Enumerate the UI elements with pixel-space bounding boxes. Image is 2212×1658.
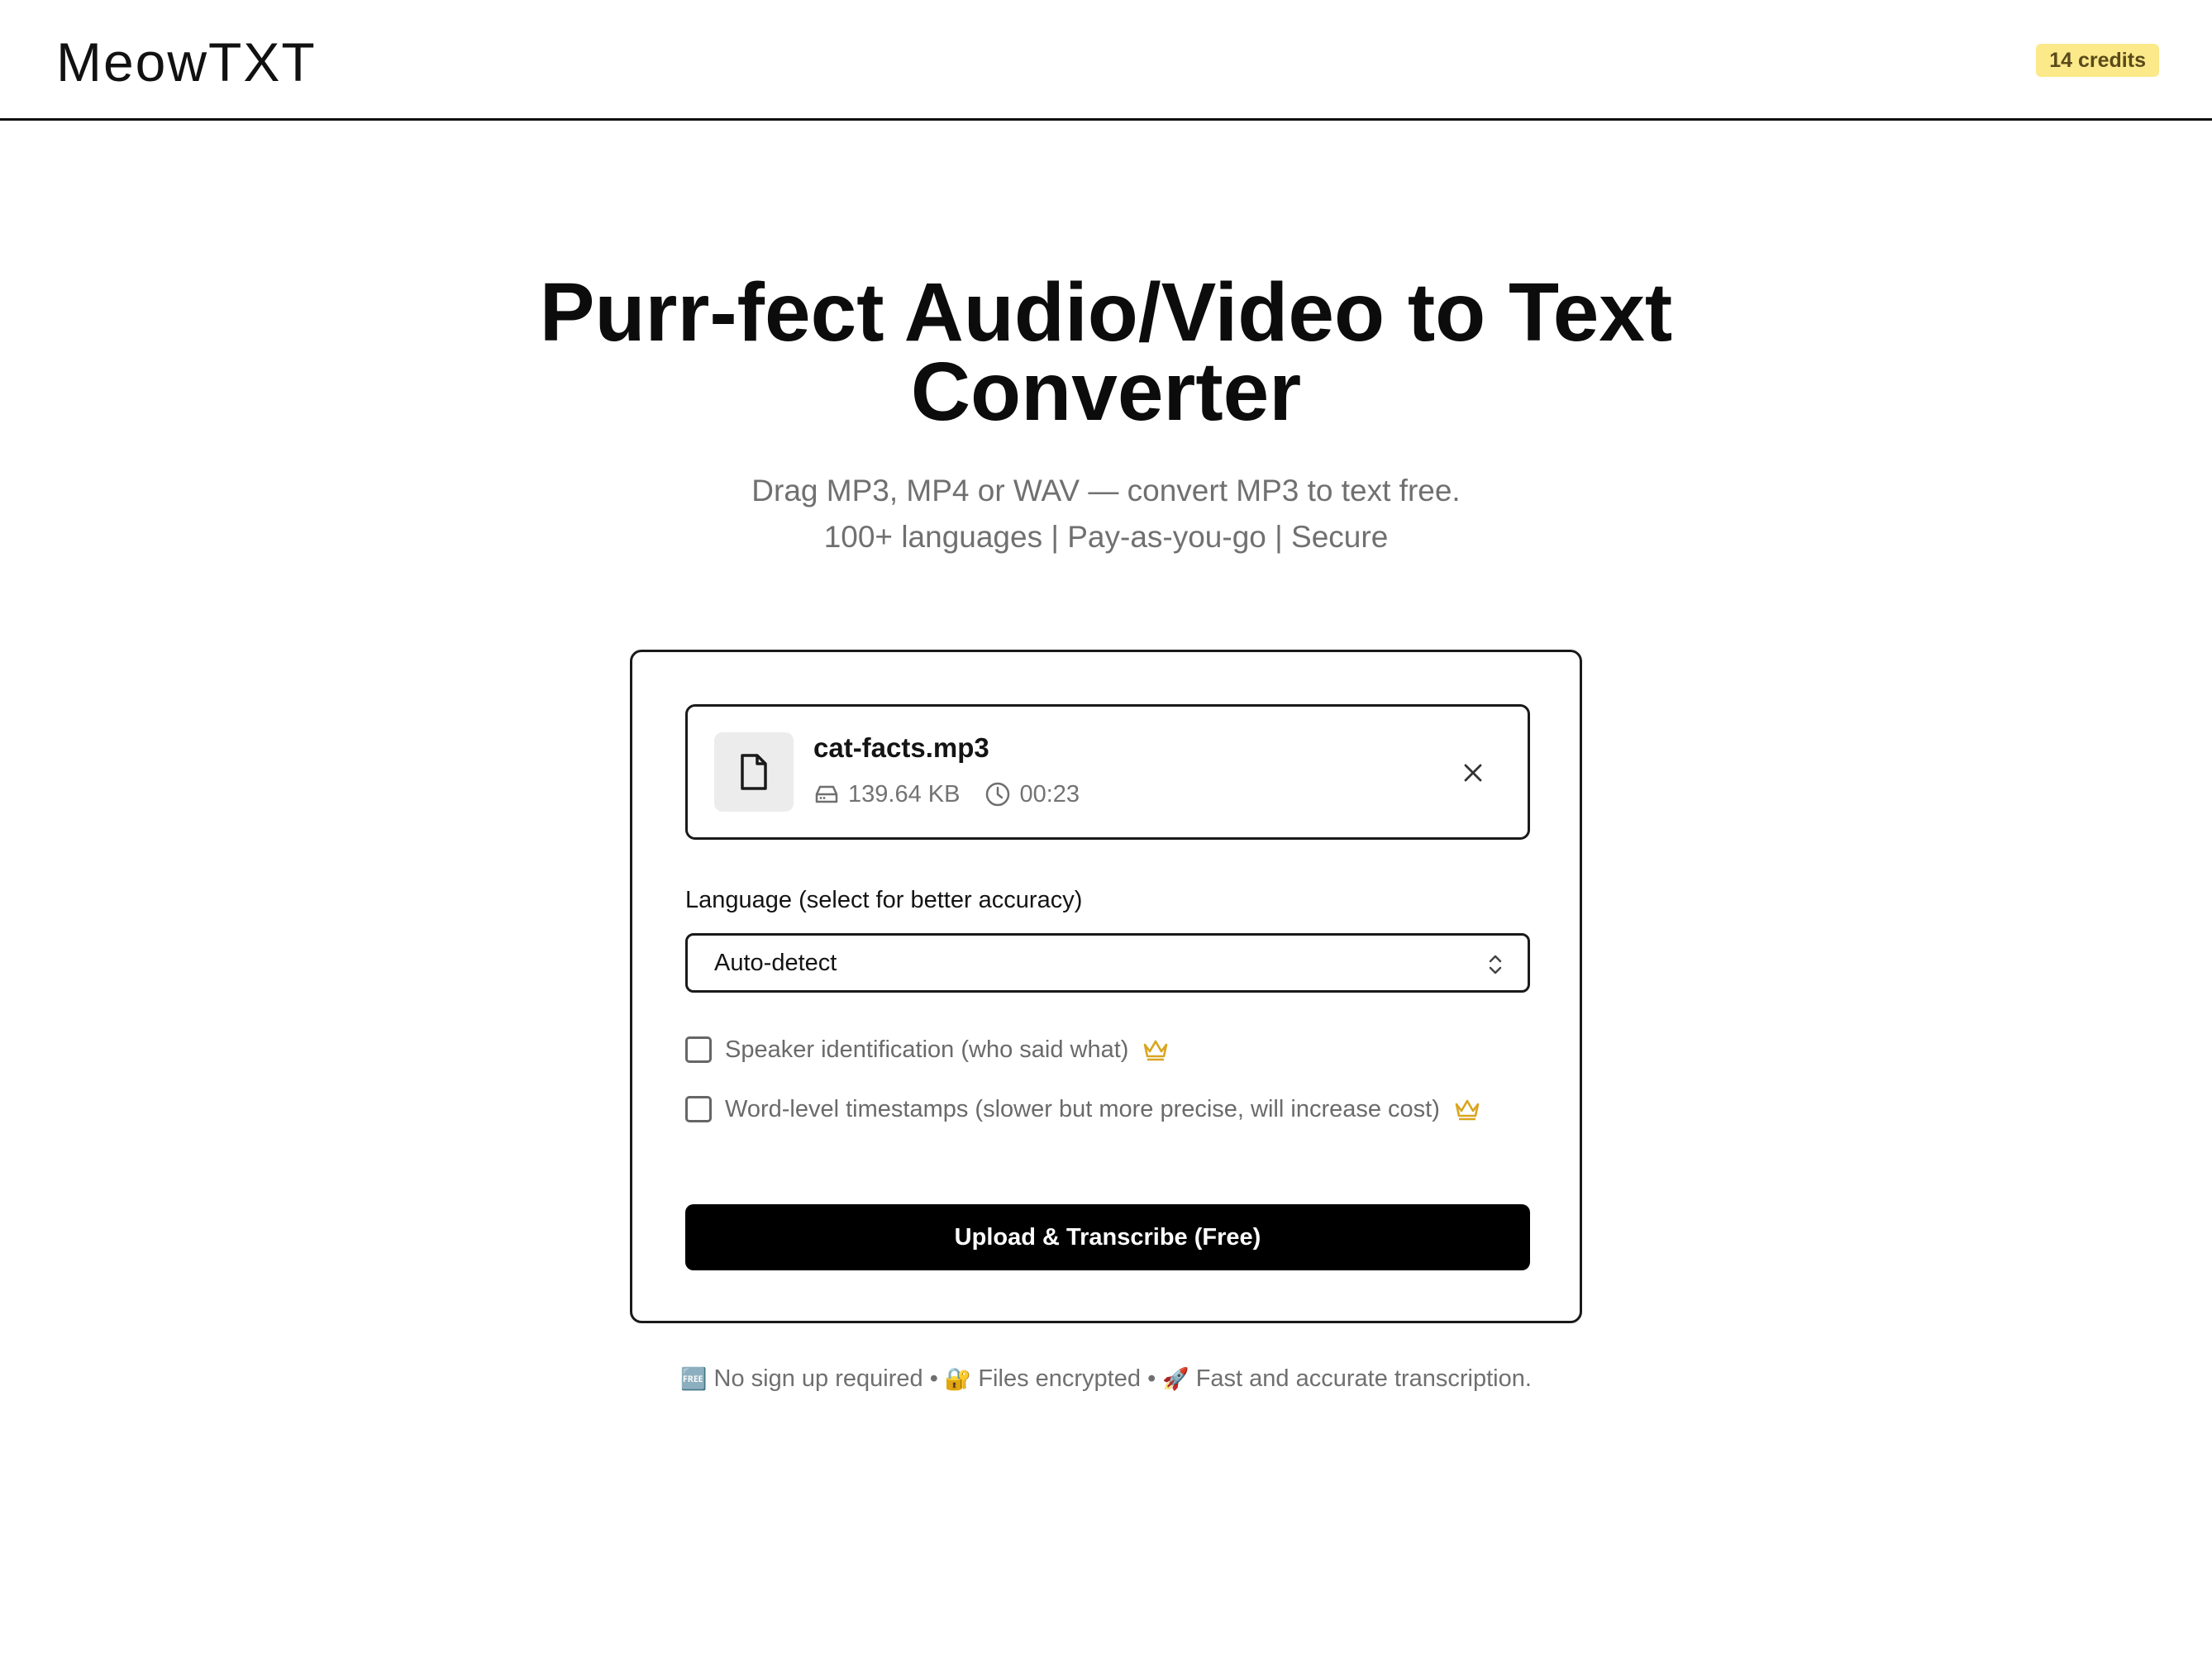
option-word-timestamps: Word-level timestamps (slower but more p… [685,1094,1481,1124]
lock-icon: 🔐 [944,1366,972,1391]
page-subtitle-line2: 100+ languages | Pay-as-you-go | Secure [823,520,1389,554]
file-size: 139.64 KB [848,781,961,808]
crown-icon [1142,1038,1170,1061]
upload-transcribe-button[interactable]: Upload & Transcribe (Free) [685,1204,1530,1270]
chevron-up-down-icon [1489,955,1502,974]
close-icon [1464,764,1482,782]
word-timestamps-checkbox[interactable] [685,1096,712,1122]
page-subtitle: Drag MP3, MP4 or WAV — convert MP3 to te… [0,468,2212,560]
page-title-line2: Converter [910,345,1302,438]
option-label[interactable]: Word-level timestamps (slower but more p… [725,1094,1440,1124]
upload-card: cat-facts.mp3 139.64 KB 00:23 Language (… [630,650,1582,1323]
trust-item-fast: Fast and accurate transcription. [1195,1365,1532,1392]
speaker-identification-checkbox[interactable] [685,1036,712,1063]
separator: • [1147,1365,1156,1392]
language-selected-value: Auto-detect [714,950,837,976]
rocket-icon: 🚀 [1162,1366,1189,1391]
option-label[interactable]: Speaker identification (who said what) [725,1035,1128,1065]
trust-note: 🆓 No sign up required • 🔐 Files encrypte… [0,1362,2212,1395]
page-subtitle-line1: Drag MP3, MP4 or WAV — convert MP3 to te… [751,474,1461,507]
drive-icon [815,785,838,803]
page-title-line1: Purr-fect Audio/Video to Text [539,266,1673,359]
clock-icon [986,782,1010,807]
crown-icon [1453,1098,1481,1121]
file-meta: 139.64 KB 00:23 [813,779,1104,809]
page-title: Purr-fect Audio/Video to Text Converter [0,266,2212,438]
top-header: MeowTXT 14 credits [0,0,2212,121]
language-select[interactable]: Auto-detect [685,933,1530,993]
trust-item-encrypted: Files encrypted [978,1365,1141,1392]
language-label: Language (select for better accuracy) [685,887,1083,913]
trust-item-no-signup: No sign up required [713,1365,923,1392]
remove-file-button[interactable] [1455,755,1491,791]
separator: • [929,1365,938,1392]
credits-badge[interactable]: 14 credits [2036,44,2159,77]
document-icon [714,732,794,812]
file-name: cat-facts.mp3 [813,732,989,763]
file-duration: 00:23 [1019,781,1080,808]
option-speaker-identification: Speaker identification (who said what) [685,1035,1170,1065]
logo[interactable]: MeowTXT [56,33,317,91]
free-icon: 🆓 [680,1366,708,1391]
selected-file: cat-facts.mp3 139.64 KB 00:23 [685,704,1530,840]
